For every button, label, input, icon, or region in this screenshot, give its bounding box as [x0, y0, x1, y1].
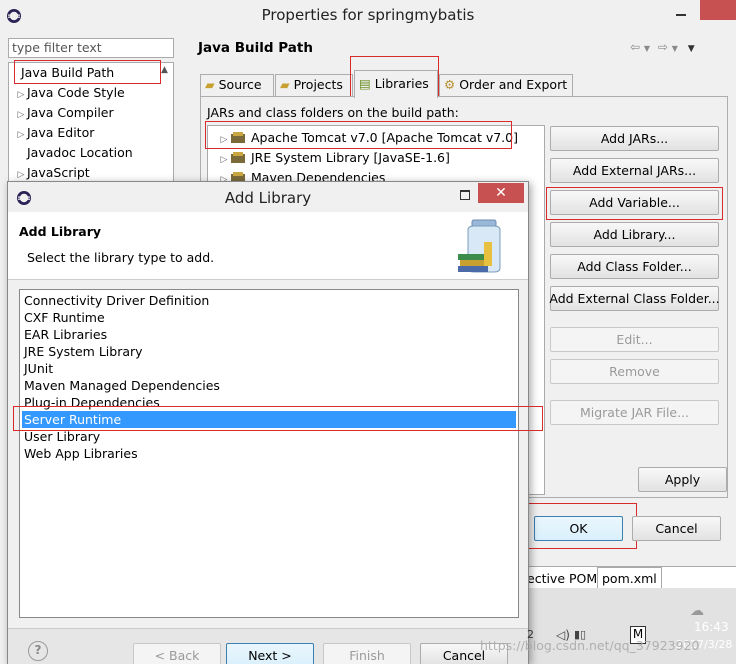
libraries-description: JARs and class folders on the build path… — [207, 105, 459, 120]
cloud-icon: ☁ — [690, 603, 704, 619]
history-nav: ⇦ ▼ ⇨ ▼ ▼ — [630, 40, 726, 56]
nav-item-java-editor[interactable]: ▷ Java Editor — [15, 123, 95, 145]
close-icon: ✕ — [495, 185, 507, 201]
minimize-icon[interactable] — [676, 14, 686, 16]
tab-label: Source — [218, 77, 262, 92]
libraries-icon: ▤ — [359, 76, 371, 91]
tab-libraries[interactable]: ▤ Libraries — [354, 70, 438, 98]
cancel-button[interactable]: Cancel — [632, 516, 721, 541]
nav-scroll-up-icon[interactable]: ▲ — [161, 65, 168, 75]
edit-button[interactable]: Edit... — [550, 327, 719, 352]
dialog-subtitle: Select the library type to add. — [27, 250, 215, 265]
dialog-banner: Add Library Select the library type to a… — [8, 212, 528, 280]
tab-projects[interactable]: ▰ Projects — [275, 74, 353, 96]
properties-title-bar: Properties for springmybatis — [0, 0, 736, 32]
add-library-button[interactable]: Add Library... — [550, 222, 719, 247]
nav-item-label: Java Editor — [27, 125, 95, 140]
back-arrow-icon[interactable]: ⇦ — [630, 40, 640, 54]
add-class-folder-button[interactable]: Add Class Folder... — [550, 254, 719, 279]
tab-source[interactable]: ▰ Source — [200, 74, 274, 96]
maximize-icon[interactable] — [460, 190, 470, 200]
window-title: Properties for springmybatis — [261, 6, 475, 24]
list-item[interactable]: JRE System Library — [22, 343, 143, 360]
nav-item-java-code-style[interactable]: ▷ Java Code Style — [15, 83, 125, 103]
system-tray: ☁ ◁) ▮▯ M 16:43 2017/3/28 — [520, 600, 736, 664]
ok-button[interactable]: OK — [534, 516, 623, 541]
list-item[interactable]: JUnit — [22, 360, 53, 377]
nav-item-javascript[interactable]: ▷ JavaScript — [15, 163, 90, 183]
forward-arrow-icon[interactable]: ⇨ — [658, 40, 668, 54]
remove-button[interactable]: Remove — [550, 359, 719, 384]
tab-pom-xml[interactable]: pom.xml — [597, 567, 662, 588]
library-label: JRE System Library [JavaSE-1.6] — [251, 150, 450, 165]
jar-library-icon — [231, 152, 245, 163]
add-library-dialog: Add Library ✕ Add Library Select the lib… — [7, 181, 529, 664]
dialog-close-button[interactable]: ✕ — [478, 183, 524, 203]
watermark-text: https://blog.csdn.net/qq_37923920 — [480, 638, 700, 653]
library-type-list: Connectivity Driver Definition CXF Runti… — [19, 289, 519, 618]
help-icon[interactable]: ? — [28, 641, 48, 661]
list-item[interactable]: Web App Libraries — [22, 445, 138, 462]
add-jars-button[interactable]: Add JARs... — [550, 126, 719, 151]
tab-label: Order and Export — [459, 77, 568, 92]
finish-button[interactable]: Finish — [323, 643, 411, 664]
migrate-jar-button[interactable]: Migrate JAR File... — [550, 400, 719, 425]
library-jar-icon — [454, 218, 514, 274]
jar-library-icon — [231, 132, 245, 143]
list-item[interactable]: Connectivity Driver Definition — [22, 292, 209, 309]
dialog-title: Add Library — [224, 189, 312, 207]
list-item-selected[interactable]: Server Runtime — [22, 411, 516, 428]
nav-item-label: Java Build Path — [17, 63, 119, 83]
nav-item-label: Java Compiler — [27, 105, 114, 120]
expand-arrow-icon[interactable]: ▷ — [218, 130, 230, 150]
dialog-button-bar: ? < Back Next > Finish Cancel — [8, 628, 528, 664]
add-external-jars-button[interactable]: Add External JARs... — [550, 158, 719, 183]
order-export-icon: ⚙ — [444, 77, 456, 92]
expand-arrow-icon[interactable]: ▷ — [218, 150, 230, 170]
add-variable-button[interactable]: Add Variable... — [550, 190, 719, 215]
nav-item-java-compiler[interactable]: ▷ Java Compiler — [15, 103, 114, 123]
list-item[interactable]: User Library — [22, 428, 100, 445]
add-external-class-folder-button[interactable]: Add External Class Folder... — [549, 286, 720, 311]
next-button[interactable]: Next > — [226, 643, 314, 664]
back-button[interactable]: < Back — [133, 643, 221, 664]
tab-label: Projects — [293, 77, 343, 92]
window-close-button[interactable] — [700, 0, 736, 20]
editor-tab-strip: ective POM pom.xml — [520, 566, 736, 588]
list-item[interactable]: Maven Managed Dependencies — [22, 377, 220, 394]
expand-arrow-icon[interactable]: ▷ — [15, 105, 27, 125]
nav-item-java-build-path[interactable]: Java Build Path — [17, 63, 119, 83]
nav-item-javadoc-location[interactable]: Javadoc Location — [27, 143, 133, 163]
tab-effective-pom[interactable]: ective POM — [527, 571, 597, 586]
apply-button[interactable]: Apply — [638, 467, 727, 492]
view-menu-icon[interactable]: ▼ — [688, 44, 695, 54]
nav-item-label: JavaScript — [27, 165, 90, 180]
list-item[interactable]: EAR Libraries — [22, 326, 107, 343]
tab-order-and-export[interactable]: ⚙ Order and Export — [439, 74, 573, 96]
tab-label: Libraries — [374, 76, 429, 91]
nav-item-label: Java Code Style — [27, 85, 125, 100]
dialog-heading: Add Library — [19, 224, 102, 239]
nav-tree: ▲ Java Build Path ▷ Java Code Style ▷ Java… — [8, 62, 174, 187]
expand-arrow-icon[interactable]: ▷ — [15, 85, 27, 105]
dropdown-icon[interactable]: ▼ — [644, 44, 650, 53]
source-folder-icon: ▰ — [205, 77, 215, 92]
nav-item-label: Javadoc Location — [27, 145, 133, 160]
projects-folder-icon: ▰ — [280, 77, 290, 92]
library-item-jre[interactable]: ▷ JRE System Library [JavaSE-1.6] — [218, 148, 450, 168]
dialog-title-bar: Add Library ✕ — [8, 182, 528, 212]
clock-time: 16:43 — [694, 620, 729, 634]
page-title: Java Build Path — [198, 40, 313, 56]
library-label: Apache Tomcat v7.0 [Apache Tomcat v7.0] — [251, 130, 518, 145]
expand-arrow-icon[interactable]: ▷ — [15, 125, 27, 145]
filter-input[interactable]: type filter text — [8, 38, 174, 58]
library-item-apache-tomcat[interactable]: ▷ Apache Tomcat v7.0 [Apache Tomcat v7.0] — [218, 128, 518, 148]
list-item[interactable]: CXF Runtime — [22, 309, 105, 326]
dropdown-icon[interactable]: ▼ — [672, 44, 678, 53]
list-item[interactable]: Plug-in Dependencies — [22, 394, 160, 411]
